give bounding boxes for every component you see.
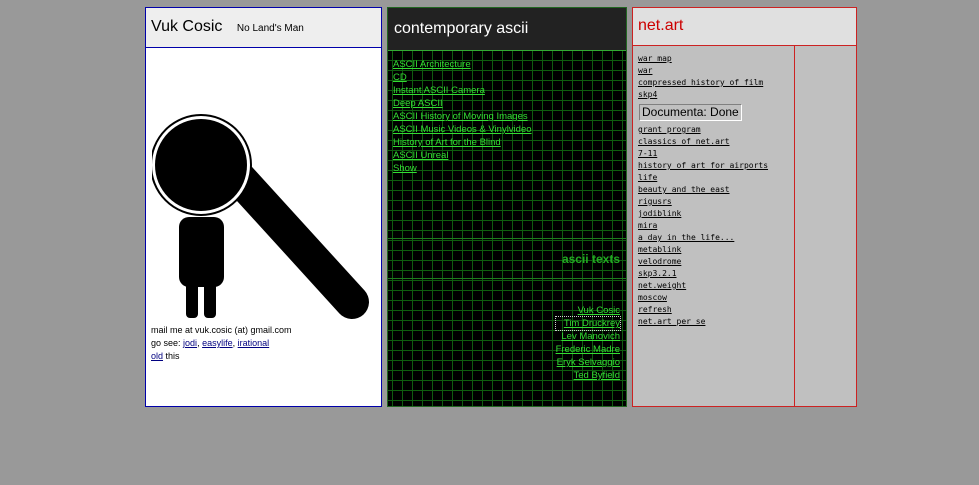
- ascii-texts-authors: Vuk Cosic Tim Druckrey Lev Manovich Fred…: [554, 304, 622, 382]
- ascii-texts-heading: ascii texts: [561, 252, 620, 266]
- link-classics-net-art[interactable]: classics of net.art: [638, 136, 768, 148]
- contact-info: mail me at vuk.cosic (at) gmail.com go s…: [151, 324, 292, 363]
- ascii-links-list: ASCII Architecture CD Instant ASCII Came…: [393, 58, 532, 175]
- net-art-links-list: war map war compressed history of film s…: [638, 53, 768, 328]
- link-easylife[interactable]: easylife: [202, 338, 233, 348]
- middle-panel-title: contemporary ascii: [394, 20, 529, 37]
- link-eryk-selvaggio[interactable]: Eryk Selvaggio: [556, 356, 620, 369]
- documenta-done-box[interactable]: Documenta: Done: [639, 104, 742, 121]
- magnifier-man-icon: [152, 114, 369, 319]
- link-grant-program[interactable]: grant program: [638, 124, 768, 136]
- divider: [388, 278, 626, 279]
- link-moscow[interactable]: moscow: [638, 292, 768, 304]
- link-velodrome[interactable]: velodrome: [638, 256, 768, 268]
- contemporary-ascii-panel: contemporary ascii ASCII Architecture CD…: [387, 7, 627, 407]
- divider: [388, 238, 626, 239]
- link-mira[interactable]: mira: [638, 220, 768, 232]
- net-art-panel: net.art war map war compressed history o…: [632, 7, 857, 407]
- tagline: No Land's Man: [236, 23, 304, 34]
- left-panel-header: Vuk Cosic No Land's Man: [146, 8, 381, 48]
- link-refresh[interactable]: refresh: [638, 304, 768, 316]
- link-day-in-life[interactable]: a day in the life...: [638, 232, 768, 244]
- this-text: this: [165, 351, 180, 361]
- right-panel-header: net.art: [633, 8, 856, 46]
- middle-panel-header: contemporary ascii: [388, 8, 626, 51]
- vuk-cosic-panel: Vuk Cosic No Land's Man mail me at vuk.c…: [145, 7, 382, 407]
- separator: ,: [197, 338, 200, 348]
- link-show[interactable]: Show: [393, 162, 532, 175]
- link-war-map[interactable]: war map: [638, 53, 768, 65]
- link-skp4[interactable]: skp4: [638, 89, 768, 101]
- link-history-art-airports[interactable]: history of art for airports: [638, 160, 768, 172]
- link-jodiblink[interactable]: jodiblink: [638, 208, 768, 220]
- column-divider: [794, 46, 795, 406]
- link-skp3-2-1[interactable]: skp3.2.1: [638, 268, 768, 280]
- link-ascii-history-moving-images[interactable]: ASCII History of Moving Images: [393, 110, 532, 123]
- link-net-art-per-se[interactable]: net.art per se: [638, 316, 768, 328]
- link-history-art-blind[interactable]: History of Art for the Blind: [393, 136, 532, 149]
- right-panel-title: net.art: [638, 17, 684, 34]
- link-instant-ascii-camera[interactable]: Instant ASCII Camera: [393, 84, 532, 97]
- link-rigusrs[interactable]: rigusrs: [638, 196, 768, 208]
- link-cd[interactable]: CD: [393, 71, 532, 84]
- link-lev-manovich[interactable]: Lev Manovich: [556, 330, 620, 343]
- link-metablink[interactable]: metablink: [638, 244, 768, 256]
- link-jodi[interactable]: jodi: [183, 338, 197, 348]
- link-frederic-madre[interactable]: Frederic Madre: [556, 343, 620, 356]
- old-line: old this: [151, 350, 292, 363]
- link-tim-druckrey[interactable]: Tim Druckrey: [554, 316, 622, 331]
- go-see-label: go see:: [151, 338, 181, 348]
- link-life[interactable]: life: [638, 172, 768, 184]
- link-ascii-music-videos[interactable]: ASCII Music Videos & Vinylvideo: [393, 123, 532, 136]
- link-deep-ascii[interactable]: Deep ASCII: [393, 97, 532, 110]
- mail-text: mail me at vuk.cosic (at) gmail.com: [151, 325, 292, 335]
- link-vuk-cosic[interactable]: Vuk Cosic: [556, 304, 620, 317]
- link-old[interactable]: old: [151, 351, 163, 361]
- link-beauty-east[interactable]: beauty and the east: [638, 184, 768, 196]
- link-ascii-architecture[interactable]: ASCII Architecture: [393, 58, 532, 71]
- link-7-11[interactable]: 7-11: [638, 148, 768, 160]
- go-see-line: go see: jodi, easylife, irational: [151, 337, 292, 350]
- page-title: Vuk Cosic: [151, 18, 223, 35]
- link-war[interactable]: war: [638, 65, 768, 77]
- link-net-weight[interactable]: net.weight: [638, 280, 768, 292]
- link-ascii-unreal[interactable]: ASCII Unreal: [393, 149, 532, 162]
- link-irational[interactable]: irational: [238, 338, 270, 348]
- link-ted-byfield[interactable]: Ted Byfield: [556, 369, 620, 382]
- separator: ,: [232, 338, 236, 348]
- link-compressed-history-film[interactable]: compressed history of film: [638, 77, 768, 89]
